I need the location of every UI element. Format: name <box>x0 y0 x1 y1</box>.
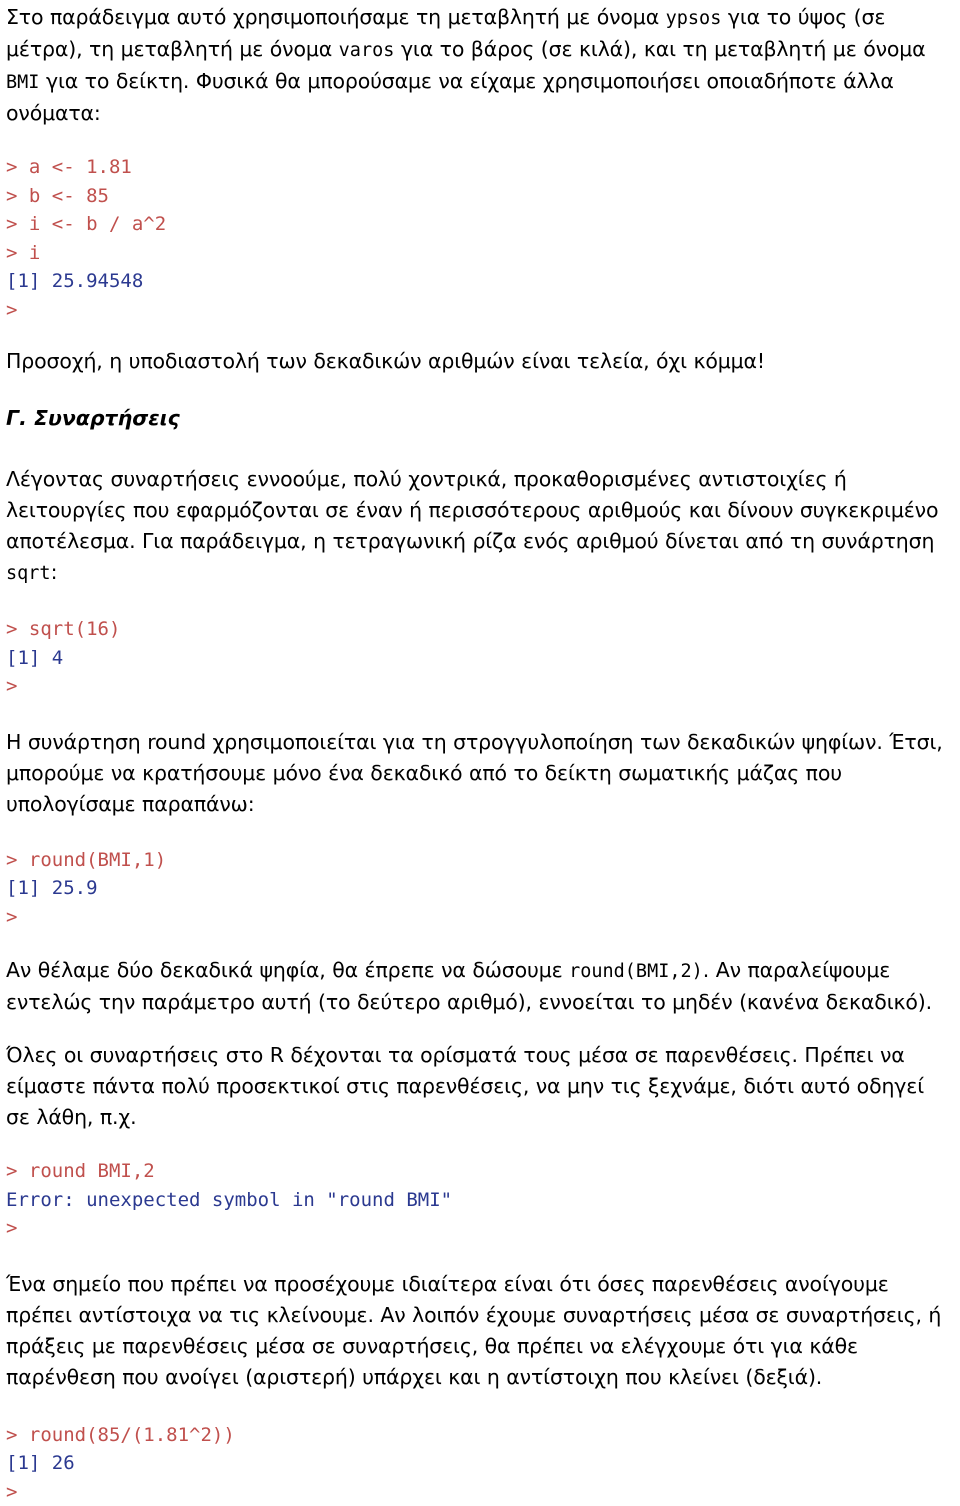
console-line-input: > round(BMI,1) <box>6 846 954 875</box>
console-line-prompt: > <box>6 903 954 932</box>
console-line-input: > round(85/(1.81^2)) <box>6 1421 954 1450</box>
console-line-prompt: > <box>6 296 954 325</box>
console-line-input: > i <- b / a^2 <box>6 210 954 239</box>
console-line-output: [1] 4 <box>6 644 954 673</box>
spacer <box>6 129 954 153</box>
intro-text-part1: Στο παράδειγμα αυτό χρησιμοποιήσαμε τη μ… <box>6 5 666 29</box>
note-decimal-separator: Προσοχή, η υποδιαστολή των δεκαδικών αρι… <box>6 346 954 377</box>
spacer <box>6 1133 954 1157</box>
functions-text-part1: Λέγοντας συναρτήσεις εννοούμε, πολύ χοντ… <box>6 467 938 553</box>
spacer <box>6 324 954 346</box>
spacer <box>6 1018 954 1040</box>
round-paragraph: Η συνάρτηση round χρησιμοποιείται για τη… <box>6 727 954 820</box>
console-block-bmi: > a <- 1.81> b <- 85> i <- b / a^2> i[1]… <box>6 153 954 324</box>
intro-paragraph: Στο παράδειγμα αυτό χρησιμοποιήσαμε τη μ… <box>6 2 954 129</box>
intro-text-part4: για το δείκτη. Φυσικά θα μπορούσαμε να ε… <box>6 69 894 125</box>
inline-code-varos: varos <box>339 40 395 61</box>
spacer <box>6 589 954 615</box>
spacer <box>6 377 954 403</box>
intro-text-part3: για το βάρος (σε κιλά), και τη μεταβλητή… <box>394 37 925 61</box>
console-line-output: [1] 25.94548 <box>6 267 954 296</box>
spacer <box>6 931 954 955</box>
console-line-error: Error: unexpected symbol in "round BMI" <box>6 1186 954 1215</box>
console-line-input: > round BMI,2 <box>6 1157 954 1186</box>
spacer <box>6 1243 954 1269</box>
matching-parentheses-paragraph: Ένα σημείο που πρέπει να προσέχουμε ιδια… <box>6 1269 954 1393</box>
functions-text-part2: : <box>51 560 58 584</box>
console-line-prompt: > <box>6 1478 954 1506</box>
console-line-input: > i <box>6 239 954 268</box>
document-page: Στο παράδειγμα αυτό χρησιμοποιήσαμε τη μ… <box>0 0 960 1412</box>
inline-code-ypsos: ypsos <box>666 8 722 29</box>
round2-text-part1: Αν θέλαμε δύο δεκαδικά ψηφία, θα έπρεπε … <box>6 958 569 982</box>
parentheses-paragraph: Όλες οι συναρτήσεις στο R δέχονται τα ορ… <box>6 1040 954 1133</box>
inline-code-round-bmi-2: round(BMI,2) <box>569 961 703 982</box>
console-line-output: [1] 25.9 <box>6 874 954 903</box>
console-block-nested: > round(85/(1.81^2))[1] 26> <box>6 1421 954 1506</box>
spacer <box>6 1393 954 1421</box>
inline-code-bmi: BMI <box>6 72 39 93</box>
console-block-error: > round BMI,2Error: unexpected symbol in… <box>6 1157 954 1243</box>
console-line-input: > b <- 85 <box>6 182 954 211</box>
console-line-prompt: > <box>6 1214 954 1243</box>
console-line-output: [1] 26 <box>6 1449 954 1478</box>
console-line-input: > sqrt(16) <box>6 615 954 644</box>
heading-functions: Γ. Συναρτήσεις <box>6 403 954 434</box>
spacer <box>6 434 954 464</box>
console-block-round1: > round(BMI,1)[1] 25.9> <box>6 846 954 932</box>
console-line-prompt: > <box>6 672 954 701</box>
spacer <box>6 820 954 846</box>
console-block-sqrt: > sqrt(16)[1] 4> <box>6 615 954 701</box>
round2-paragraph: Αν θέλαμε δύο δεκαδικά ψηφία, θα έπρεπε … <box>6 955 954 1018</box>
spacer <box>6 701 954 727</box>
console-line-input: > a <- 1.81 <box>6 153 954 182</box>
inline-code-sqrt: sqrt <box>6 563 51 584</box>
functions-paragraph: Λέγοντας συναρτήσεις εννοούμε, πολύ χοντ… <box>6 464 954 589</box>
